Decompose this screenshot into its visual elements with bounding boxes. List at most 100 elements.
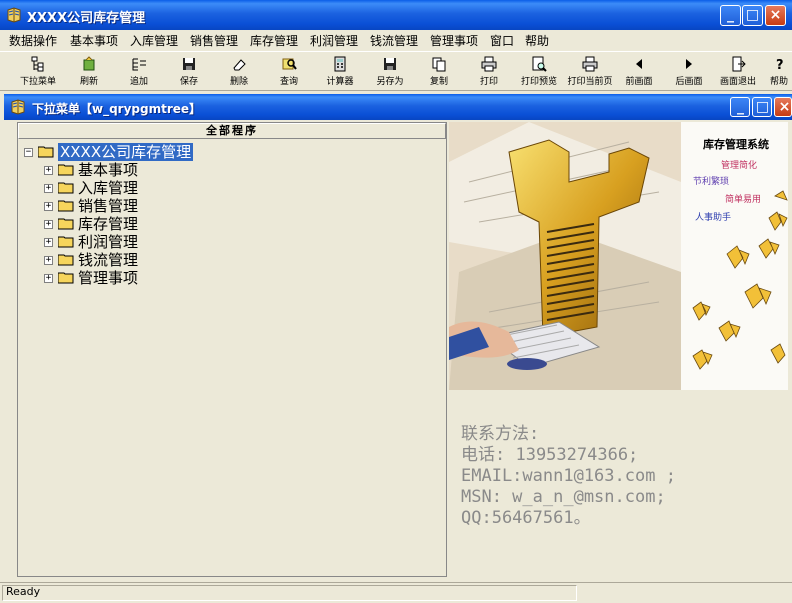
toolbar-label: 下拉菜单	[19, 77, 56, 87]
toolbar-save-as-button[interactable]: 另存为	[370, 54, 410, 90]
folder-icon	[58, 254, 74, 266]
tree-node-profit[interactable]: + 利润管理	[22, 233, 322, 251]
close-icon: ×	[778, 99, 791, 115]
eraser-icon	[233, 59, 246, 71]
toolbar-label: 帮助	[769, 77, 788, 87]
menu-inbound[interactable]: 入库管理	[130, 32, 178, 49]
print-icon	[481, 56, 497, 72]
child-close-button[interactable]: ×	[774, 97, 792, 117]
toolbar-next-screen-button[interactable]: 后画面	[672, 54, 706, 90]
info-pane: 库存管理系统 管理简化 节利繁琐 简单易用 人事助手 联系方法: 电话: 139…	[449, 122, 792, 577]
menu-data-ops[interactable]: 数据操作	[9, 32, 57, 49]
tree-node-inbound[interactable]: + 入库管理	[22, 179, 322, 197]
banner-title: 库存管理系统	[703, 137, 769, 151]
child-title-bar[interactable]: 下拉菜单【w_qrypgmtree】 _ □ ×	[4, 94, 792, 120]
arrow-right-icon	[686, 59, 692, 69]
tree-node-label: 基本事项	[78, 161, 139, 179]
toolbar-print-button[interactable]: 打印	[472, 54, 506, 90]
expand-icon[interactable]: +	[44, 238, 53, 247]
tree-node-management[interactable]: + 管理事项	[22, 269, 322, 287]
menu-sales[interactable]: 销售管理	[190, 32, 238, 49]
program-tree-pane: 全部程序 − XXXX公司库存管理 + 基本事项 + 入库管理 + 销售管理 +…	[17, 122, 447, 577]
toolbar-append-button[interactable]: 追加	[122, 54, 156, 90]
expand-icon[interactable]: +	[44, 184, 53, 193]
window-title: XXXX公司库存管理	[27, 11, 146, 26]
expand-icon[interactable]: +	[44, 202, 53, 211]
toolbar-copy-button[interactable]: 复制	[422, 54, 456, 90]
toolbar-previous-screen-button[interactable]: 前画面	[622, 54, 656, 90]
child-window-title: 下拉菜单【w_qrypgmtree】	[32, 102, 202, 116]
collapse-icon[interactable]: −	[24, 148, 33, 157]
print-page-icon	[582, 56, 598, 72]
close-button[interactable]: ×	[765, 5, 786, 26]
tree-node-inventory[interactable]: + 库存管理	[22, 215, 322, 233]
menu-window[interactable]: 窗口	[490, 32, 514, 49]
contact-email: EMAIL:wann1@163.com ;	[461, 466, 676, 486]
refresh-icon	[83, 56, 95, 71]
search-icon	[282, 58, 297, 70]
calculator-icon	[334, 56, 346, 72]
menu-profit[interactable]: 利润管理	[310, 32, 358, 49]
toolbar-label: 打印预览	[520, 77, 557, 87]
toolbar-refresh-button[interactable]: 刷新	[72, 54, 106, 90]
svg-text:?: ?	[776, 58, 784, 72]
expand-icon[interactable]: +	[44, 220, 53, 229]
tree-node-label: 钱流管理	[78, 251, 139, 269]
menu-inventory[interactable]: 库存管理	[250, 32, 298, 49]
banner-illustration: 库存管理系统 管理简化 节利繁琐 简单易用 人事助手	[449, 122, 788, 390]
child-window: 下拉菜单【w_qrypgmtree】 _ □ × 全部程序 − XXXX公司库存…	[4, 94, 792, 581]
toolbar-delete-button[interactable]: 删除	[222, 54, 256, 90]
app-book-icon	[11, 99, 25, 115]
toolbar-help-button[interactable]: ? 帮助	[766, 54, 792, 90]
toolbar-save-button[interactable]: 保存	[172, 54, 206, 90]
maximize-button[interactable]: □	[742, 5, 763, 26]
contact-heading: 联系方法:	[461, 424, 540, 444]
expand-icon[interactable]: +	[44, 256, 53, 265]
folder-icon	[38, 146, 54, 158]
status-text: Ready	[6, 585, 41, 598]
child-minimize-button[interactable]: _	[730, 97, 750, 117]
toolbar-print-preview-button[interactable]: 打印预览	[516, 54, 562, 90]
toolbar-print-current-page-button[interactable]: 打印当前页	[564, 54, 616, 90]
tree-node-basic[interactable]: + 基本事项	[22, 161, 322, 179]
tree-node-cashflow[interactable]: + 钱流管理	[22, 251, 322, 269]
expand-icon[interactable]: +	[44, 274, 53, 283]
minimize-button[interactable]: _	[720, 5, 741, 26]
toolbar-exit-screen-button[interactable]: 画面退出	[716, 54, 760, 90]
contact-msn: MSN: w_a_n_@msn.com;	[461, 487, 666, 507]
menu-bar: 数据操作 基本事项 入库管理 销售管理 库存管理 利润管理 钱流管理 管理事项 …	[0, 30, 792, 50]
toolbar-label: 追加	[129, 77, 148, 87]
menu-basic[interactable]: 基本事项	[70, 32, 118, 49]
print-preview-icon	[532, 56, 547, 72]
child-maximize-button[interactable]: □	[752, 97, 772, 117]
toolbar-label: 计算器	[326, 77, 354, 87]
menu-management[interactable]: 管理事项	[430, 32, 478, 49]
contact-info: 联系方法: 电话: 13953274366; EMAIL:wann1@163.c…	[461, 424, 676, 529]
toolbar-label: 后画面	[675, 77, 703, 87]
save-icon	[183, 58, 195, 70]
folder-icon	[58, 236, 74, 248]
toolbar-calculator-button[interactable]: 计算器	[320, 54, 360, 90]
menu-cashflow[interactable]: 钱流管理	[370, 32, 418, 49]
contact-phone: 电话: 13953274366;	[461, 445, 639, 465]
status-panel	[2, 585, 577, 601]
close-icon: ×	[769, 7, 782, 23]
toolbar-dropdown-menu-button[interactable]: 下拉菜单	[18, 54, 58, 90]
status-bar: Ready	[0, 582, 792, 603]
folder-icon	[58, 182, 74, 194]
title-bar[interactable]: XXXX公司库存管理 _ □ ×	[0, 0, 792, 30]
tree-root-node[interactable]: − XXXX公司库存管理	[22, 143, 322, 161]
banner-phrase: 人事助手	[695, 211, 731, 223]
toolbar-label: 画面退出	[719, 77, 756, 87]
menu-help[interactable]: 帮助	[525, 32, 549, 49]
product-banner: 库存管理系统 管理简化 节利繁琐 简单易用 人事助手	[449, 122, 788, 390]
add-row-icon	[132, 58, 146, 71]
tree-node-label: 库存管理	[78, 215, 139, 233]
expand-icon[interactable]: +	[44, 166, 53, 175]
tree-header: 全部程序	[18, 123, 446, 139]
tree-node-sales[interactable]: + 销售管理	[22, 197, 322, 215]
toolbar-query-button[interactable]: 查询	[272, 54, 306, 90]
toolbar-label: 查询	[279, 77, 298, 87]
banner-phrase: 简单易用	[725, 193, 761, 205]
minimize-icon: _	[737, 99, 744, 115]
